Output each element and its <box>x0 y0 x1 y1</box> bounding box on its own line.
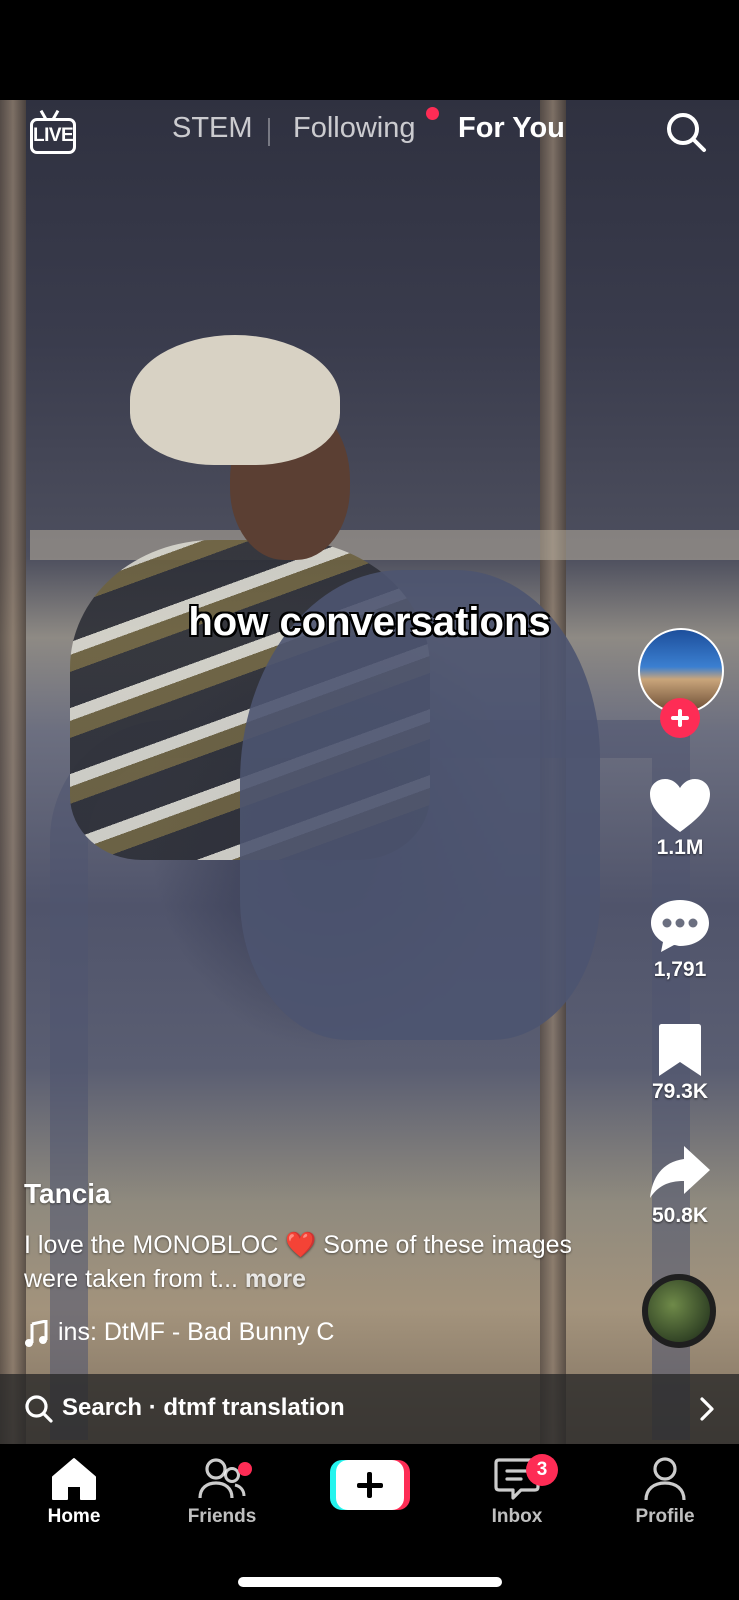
music-info[interactable]: ins: DtMF - Bad Bunny C <box>24 1318 404 1354</box>
description-text: I love the MONOBLOC <box>24 1231 286 1259</box>
nav-inbox[interactable]: Inbox <box>443 1444 591 1554</box>
search-icon[interactable] <box>664 110 708 154</box>
heart-icon[interactable] <box>648 778 712 834</box>
nav-home-label: Home <box>47 1506 101 1527</box>
live-button[interactable]: LIVE <box>30 109 76 154</box>
share-count: 50.8K <box>651 1204 709 1227</box>
post-info: Tancia I love the MONOBLOC ❤️ Some of th… <box>24 1178 584 1296</box>
person-turban <box>130 335 340 465</box>
home-indicator[interactable] <box>238 1577 502 1587</box>
nav-friends[interactable]: Friends <box>148 1444 296 1554</box>
background-pole <box>0 100 26 1444</box>
plus-icon <box>367 1472 372 1498</box>
heart-emoji: ❤️ <box>285 1231 317 1259</box>
music-note-icon <box>25 1320 48 1347</box>
music-track: ins: DtMF - Bad Bunny C <box>58 1318 335 1346</box>
nav-profile-label: Profile <box>635 1506 695 1527</box>
home-icon <box>52 1458 96 1500</box>
comment-icon[interactable] <box>648 898 712 954</box>
following-notification-dot <box>426 107 439 120</box>
tab-divider <box>268 118 270 146</box>
bookmark-icon[interactable] <box>648 1022 712 1078</box>
top-nav: LIVE STEM Following For You <box>0 100 739 164</box>
share-icon[interactable] <box>648 1144 712 1200</box>
post-description: I love the MONOBLOC ❤️ Some of these ima… <box>24 1228 584 1296</box>
like-count: 1.1M <box>656 836 704 859</box>
tab-for-you[interactable]: For You <box>458 112 565 145</box>
friends-notification-dot <box>238 1462 252 1476</box>
background-wall <box>30 530 739 560</box>
related-search-bar[interactable]: Search · dtmf translation <box>0 1374 739 1444</box>
video-caption: how conversations <box>188 600 551 644</box>
nav-inbox-label: Inbox <box>491 1506 543 1527</box>
inbox-badge: 3 <box>526 1454 558 1486</box>
friends-icon <box>198 1458 246 1499</box>
nav-home[interactable]: Home <box>0 1444 148 1554</box>
live-label: LIVE <box>33 125 74 146</box>
status-bar <box>0 0 739 100</box>
tab-stem[interactable]: STEM <box>172 112 253 145</box>
chevron-right-icon <box>700 1397 714 1421</box>
music-disc[interactable] <box>642 1274 716 1348</box>
profile-icon <box>644 1457 686 1501</box>
more-link[interactable]: more <box>245 1265 306 1293</box>
bookmark-count: 79.3K <box>651 1080 709 1103</box>
nav-profile[interactable]: Profile <box>591 1444 739 1554</box>
creator-username[interactable]: Tancia <box>24 1178 584 1210</box>
follow-button[interactable] <box>660 698 700 738</box>
search-icon <box>25 1395 53 1423</box>
tab-following[interactable]: Following <box>293 112 416 145</box>
create-button[interactable] <box>330 1460 410 1510</box>
nav-friends-label: Friends <box>187 1506 257 1527</box>
comment-count: 1,791 <box>653 958 707 981</box>
related-search-text: Search · dtmf translation <box>62 1394 345 1421</box>
